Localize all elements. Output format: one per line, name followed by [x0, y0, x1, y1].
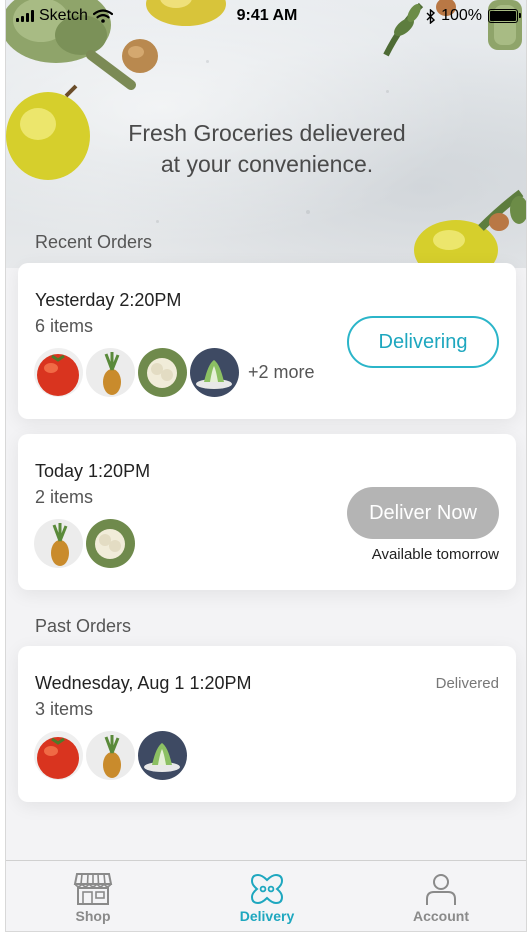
order-item-count: 2 items — [35, 487, 94, 507]
bluetooth-icon — [426, 8, 436, 24]
recent-orders-heading: Recent Orders — [35, 232, 153, 252]
more-items-label: +2 more — [248, 362, 315, 382]
store-icon — [73, 873, 113, 905]
tab-shop[interactable]: Shop — [6, 861, 180, 931]
tab-shop-label: Shop — [75, 908, 111, 924]
tab-account[interactable]: Account — [354, 861, 526, 931]
order-status: Delivered — [435, 675, 499, 692]
order-item-count: 3 items — [35, 699, 94, 719]
hero-banner: Sketch 9:41 AM 100% Fresh Groceries deli… — [6, 0, 526, 268]
availability-note: Available tomorrow — [371, 546, 499, 563]
order-date: Wednesday, Aug 1 1:20PM — [35, 673, 252, 693]
tomato-thumbnail — [34, 348, 83, 397]
order-card[interactable]: Today 1:20PM 2 items Deliver Now Availab… — [18, 434, 516, 590]
pineapple-thumbnail — [86, 731, 135, 780]
battery-percent: 100% — [441, 7, 482, 24]
cauliflower-thumbnail — [138, 348, 187, 397]
past-orders-heading: Past Orders — [35, 616, 132, 636]
cauliflower-thumbnail — [86, 519, 135, 568]
order-thumbnails — [34, 731, 187, 780]
bok-choy-thumbnail — [190, 348, 239, 397]
delivery-icon — [250, 873, 284, 905]
tab-delivery[interactable]: Delivery — [180, 861, 354, 931]
order-card[interactable]: Yesterday 2:20PM 6 items +2 more Deliver… — [18, 263, 516, 419]
person-icon — [426, 874, 456, 905]
delivering-button[interactable]: Delivering — [347, 316, 499, 368]
hero-headline-line2: at your convenience. — [160, 151, 374, 177]
order-date: Yesterday 2:20PM — [35, 290, 182, 310]
order-item-count: 6 items — [35, 316, 94, 336]
status-bar: Sketch 9:41 AM 100% — [6, 0, 526, 32]
hero-headline: Fresh Groceries delievered at your conve… — [6, 118, 526, 180]
battery-icon — [488, 9, 521, 23]
tomato-thumbnail — [34, 731, 83, 780]
tab-account-label: Account — [413, 908, 469, 924]
order-date: Today 1:20PM — [35, 461, 151, 481]
hero-headline-line1: Fresh Groceries delievered — [128, 120, 406, 146]
deliver-now-button[interactable]: Deliver Now — [347, 487, 499, 539]
order-card[interactable]: Wednesday, Aug 1 1:20PM 3 items Delivere… — [18, 646, 516, 802]
pear-right-image — [414, 189, 526, 268]
walnut-image — [122, 39, 158, 73]
tab-bar: Shop Delivery Account — [6, 860, 526, 931]
app-screen: Sketch 9:41 AM 100% Fresh Groceries deli… — [5, 0, 527, 932]
tab-delivery-label: Delivery — [239, 908, 295, 924]
bok-choy-thumbnail — [138, 731, 187, 780]
order-thumbnails: +2 more — [34, 348, 315, 397]
pineapple-thumbnail — [86, 348, 135, 397]
pineapple-thumbnail — [34, 519, 83, 568]
order-thumbnails — [34, 519, 135, 568]
